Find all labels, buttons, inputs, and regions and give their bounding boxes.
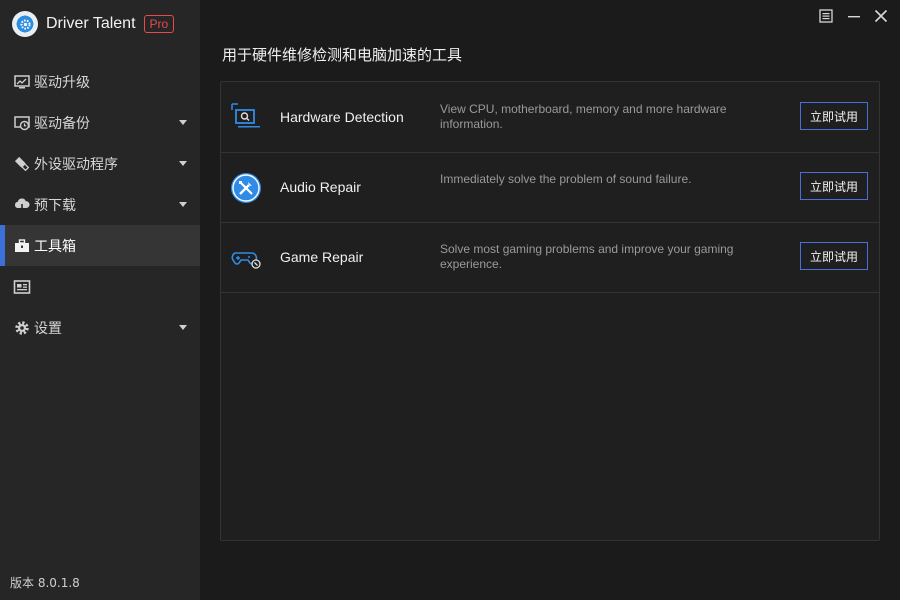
tool-row-hardware-detection: Hardware Detection View CPU, motherboard… — [221, 82, 879, 153]
toolbox-icon — [13, 237, 31, 255]
try-now-button[interactable]: 立即试用 — [800, 102, 868, 130]
chevron-down-icon[interactable] — [179, 120, 187, 125]
gear-icon — [13, 319, 31, 337]
sidebar-item-news[interactable] — [0, 266, 200, 307]
try-now-button[interactable]: 立即试用 — [800, 172, 868, 200]
menu-icon[interactable] — [817, 7, 835, 25]
audio-repair-icon — [230, 172, 262, 204]
app-name: Driver Talent — [46, 15, 136, 32]
backup-icon — [13, 114, 31, 132]
version-text: 版本 8.0.1.8 — [10, 576, 80, 590]
game-repair-icon — [230, 242, 262, 274]
sidebar-item-label: 设置 — [34, 320, 62, 337]
sidebar-item-label: 预下载 — [34, 197, 76, 214]
usb-icon — [13, 155, 31, 173]
close-icon[interactable] — [872, 7, 890, 25]
monitor-icon — [13, 73, 31, 91]
hardware-detection-icon — [230, 102, 262, 134]
sidebar-item-label: 工具箱 — [34, 238, 76, 255]
sidebar-item-settings[interactable]: 设置 — [0, 307, 200, 348]
news-icon — [13, 278, 31, 296]
sidebar-item-driver-backup[interactable]: 驱动备份 — [0, 102, 200, 143]
sidebar-item-toolbox[interactable]: 工具箱 — [0, 225, 200, 266]
chevron-down-icon[interactable] — [179, 202, 187, 207]
chevron-down-icon[interactable] — [179, 325, 187, 330]
tool-row-audio-repair: Audio Repair Immediately solve the probl… — [221, 152, 879, 223]
tool-description: View CPU, motherboard, memory and more h… — [440, 102, 727, 131]
sidebar-item-driver-update[interactable]: 驱动升级 — [0, 61, 200, 102]
app-brand: Driver Talent Pro — [12, 10, 175, 38]
sidebar-item-label: 驱动升级 — [34, 74, 90, 91]
sidebar: Driver Talent Pro 驱动升级 驱动备份 外设驱动程序 预下载 工… — [0, 0, 200, 600]
tool-name: Hardware Detection — [280, 109, 404, 125]
cloud-download-icon — [13, 196, 31, 214]
chevron-down-icon[interactable] — [179, 161, 187, 166]
page-title: 用于硬件维修检测和电脑加速的工具 — [222, 46, 463, 64]
minimize-icon[interactable] — [845, 7, 863, 25]
tool-name: Audio Repair — [280, 179, 361, 195]
sidebar-item-label: 驱动备份 — [34, 115, 90, 132]
tools-panel: Hardware Detection View CPU, motherboard… — [220, 81, 880, 541]
tool-name: Game Repair — [280, 249, 364, 265]
tool-row-game-repair: Game Repair Solve most gaming problems a… — [221, 222, 879, 293]
sidebar-item-peripheral-drivers[interactable]: 外设驱动程序 — [0, 143, 200, 184]
tool-description: Solve most gaming problems and improve y… — [440, 242, 734, 271]
pro-badge: Pro — [143, 15, 175, 33]
sidebar-item-label: 外设驱动程序 — [34, 156, 118, 173]
app-logo-icon — [12, 11, 38, 37]
sidebar-item-predownload[interactable]: 预下载 — [0, 184, 200, 225]
sidebar-nav: 驱动升级 驱动备份 外设驱动程序 预下载 工具箱 设置 — [0, 61, 200, 348]
tool-description: Immediately solve the problem of sound f… — [440, 172, 692, 186]
try-now-button[interactable]: 立即试用 — [800, 242, 868, 270]
